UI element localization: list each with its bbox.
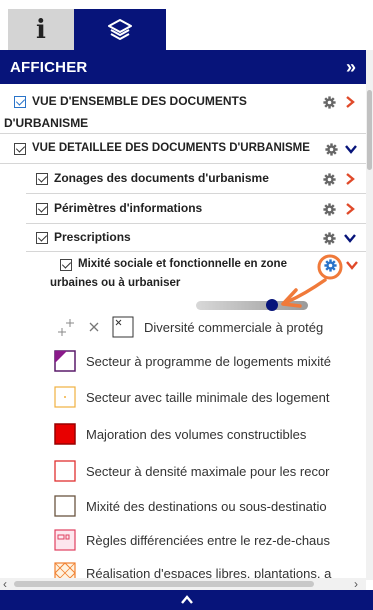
legend-label: Mixité des destinations ou sous-destinat…: [86, 498, 327, 514]
tree-item-label: D'URBANISME: [4, 116, 89, 130]
tree-item-vue-ensemble: VUE D'ENSEMBLE DES DOCUMENTS D'URBANISME: [0, 84, 366, 134]
legend-swatch: [54, 495, 76, 517]
tree-item-label: Mixité sociale et fonctionnelle en zone: [78, 258, 287, 270]
bottom-bar: [0, 590, 373, 610]
legend-item: Diversité commerciale à protég: [56, 314, 366, 340]
legend-label: Règles différenciées entre le rez-de-cha…: [86, 532, 331, 548]
close-icon[interactable]: [88, 321, 100, 333]
legend-item: Réalisation d'espaces libres, plantation…: [54, 560, 366, 580]
legend-item: Majoration des volumes constructibles: [54, 421, 366, 447]
checkbox-mixite-sociale[interactable]: [60, 259, 72, 271]
legend-item: Règles différenciées entre le rez-de-cha…: [54, 527, 366, 553]
legend-swatch: [54, 460, 76, 482]
gear-icon[interactable]: [323, 203, 336, 216]
chevron-up-icon[interactable]: [179, 592, 195, 608]
tree-item-prescriptions: Prescriptions: [26, 224, 366, 252]
tree-item-label: VUE D'ENSEMBLE DES DOCUMENTS: [32, 94, 247, 108]
tree-item-label: urbaines ou à urbaniser: [50, 277, 181, 289]
tree-item-label: Périmètres d'informations: [54, 201, 203, 215]
tab-layers[interactable]: [74, 9, 166, 50]
legend-label: Diversité commerciale à protég: [144, 319, 324, 335]
legend-swatch: [54, 350, 76, 372]
collapse-button[interactable]: »: [346, 57, 356, 78]
chevron-left-icon[interactable]: ‹: [3, 577, 7, 591]
gear-icon[interactable]: [325, 143, 338, 156]
vertical-scrollbar[interactable]: [366, 50, 373, 580]
chevron-right-icon[interactable]: [344, 173, 356, 185]
tree-item-vue-detaillee: VUE DETAILLEE DES DOCUMENTS D'URBANISME: [0, 134, 366, 164]
tab-info[interactable]: i: [8, 9, 74, 50]
legend-swatch: [54, 529, 76, 551]
panel-title: AFFICHER: [10, 58, 88, 76]
checkbox-prescriptions[interactable]: [36, 232, 48, 244]
gear-icon[interactable]: [323, 232, 336, 245]
panel-tabs: i: [0, 0, 373, 50]
checkbox-perimetres[interactable]: [36, 203, 48, 215]
tree-item-label: VUE DETAILLEE DES DOCUMENTS D'URBANISME: [32, 142, 310, 154]
chevron-down-icon[interactable]: [344, 232, 356, 244]
gear-icon[interactable]: [323, 96, 336, 109]
horizontal-scrollbar[interactable]: ‹ ›: [0, 577, 366, 591]
layer-tree: VUE D'ENSEMBLE DES DOCUMENTS D'URBANISME…: [0, 84, 366, 580]
tree-item-mixite-sociale: Mixité sociale et fonctionnelle en zone …: [46, 252, 366, 296]
checkbox-vue-detaillee[interactable]: [14, 143, 26, 155]
slider-handle[interactable]: [266, 299, 278, 311]
legend-item: Mixité des destinations ou sous-destinat…: [54, 493, 366, 519]
legend-label: Secteur à programme de logements mixité: [86, 353, 331, 369]
legend-swatch: [112, 316, 134, 338]
legend-item: Secteur à densité maximale pour les reco…: [54, 458, 366, 484]
legend-swatch: [54, 423, 76, 445]
chevron-down-icon[interactable]: [346, 259, 358, 271]
chevron-right-icon[interactable]: [344, 203, 356, 215]
info-icon: i: [36, 14, 46, 45]
layers-icon: [108, 18, 132, 40]
legend-item: Secteur à programme de logements mixité: [54, 348, 366, 374]
tree-item-label: Zonages des documents d'urbanisme: [54, 171, 269, 185]
slider-track[interactable]: [196, 301, 308, 310]
panel-header: AFFICHER »: [0, 50, 366, 84]
legend-label: Majoration des volumes constructibles: [86, 426, 307, 442]
checkbox-vue-ensemble[interactable]: [14, 96, 26, 108]
tree-item-zonages: Zonages des documents d'urbanisme: [26, 164, 366, 194]
legend-label: Secteur avec taille minimale des logemen…: [86, 389, 330, 405]
tree-item-label: Prescriptions: [54, 230, 131, 244]
chevron-right-icon[interactable]: [344, 96, 356, 108]
legend-item: Secteur avec taille minimale des logemen…: [54, 384, 366, 410]
tree-item-perimetres: Périmètres d'informations: [26, 194, 366, 224]
scrollbar-thumb[interactable]: [14, 581, 314, 587]
add-icon[interactable]: [56, 316, 78, 338]
chevron-down-icon[interactable]: [345, 143, 357, 155]
chevron-right-icon[interactable]: ›: [354, 577, 358, 591]
opacity-slider[interactable]: [196, 298, 308, 312]
legend-swatch: [54, 386, 76, 408]
scrollbar-thumb[interactable]: [367, 90, 372, 170]
gear-icon[interactable]: [323, 173, 336, 186]
legend-label: Secteur à densité maximale pour les reco…: [86, 463, 330, 479]
checkbox-zonages[interactable]: [36, 173, 48, 185]
gear-icon[interactable]: [324, 259, 337, 272]
